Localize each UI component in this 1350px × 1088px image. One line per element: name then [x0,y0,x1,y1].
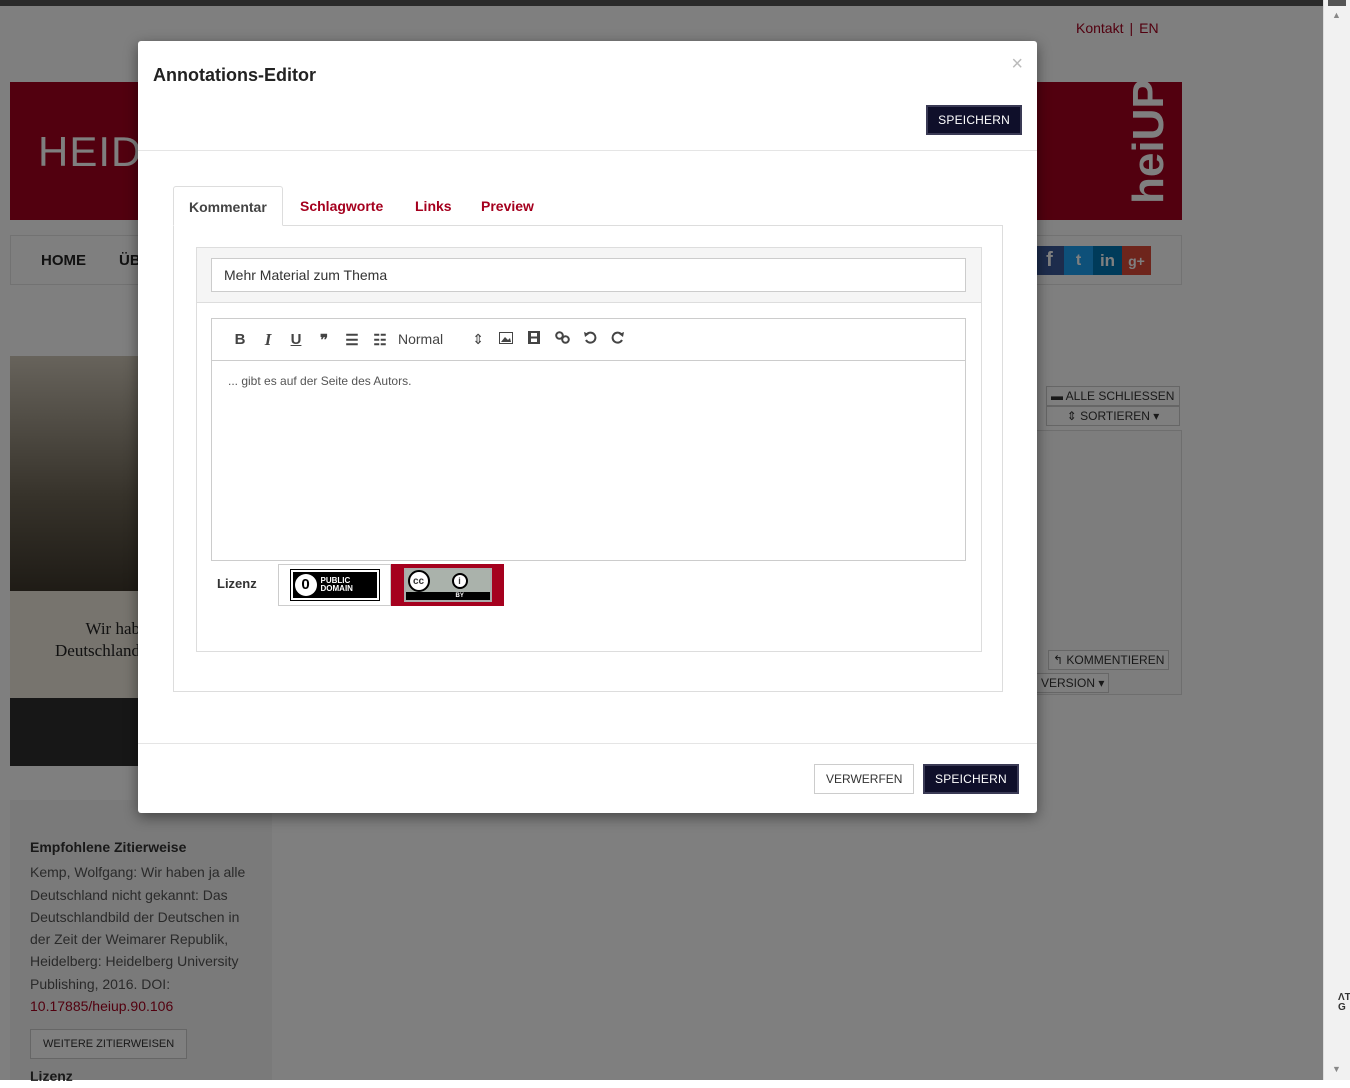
editor-tabs: Kommentar Schlagworte Links Preview Mehr… [173,186,1003,692]
tab-pane-kommentar: Mehr Material zum Thema B I U ❞ ☰ ☷ Norm… [173,225,1003,692]
license-public-domain-option[interactable]: 0 PUBLIC DOMAIN [278,564,391,606]
link-icon[interactable] [548,331,576,348]
tab-links[interactable]: Links [415,186,452,226]
scroll-down-icon[interactable]: ▼ [1332,1064,1341,1074]
cc-by-badge: cc i BY [403,568,492,602]
close-icon[interactable]: × [1011,53,1023,76]
underline-button[interactable]: U [282,331,310,348]
italic-button[interactable]: I [254,330,282,350]
license-cc-by-option[interactable]: cc i BY [391,564,504,606]
tab-preview[interactable]: Preview [481,186,534,226]
blockquote-icon[interactable]: ❞ [310,331,338,349]
discard-button[interactable]: VERWERFEN [814,764,915,794]
attribution-icon: i [451,573,468,589]
modal-title: Annotations-Editor [153,65,316,85]
license-label: Lizenz [217,576,257,591]
select-arrow-icon: ⇕ [472,331,484,347]
tab-schlagworte[interactable]: Schlagworte [300,186,383,226]
scroll-up-icon[interactable]: ▲ [1332,10,1341,20]
image-icon[interactable] [492,331,520,348]
bullet-list-icon[interactable]: ☰ [338,331,366,349]
editor-toolbar: B I U ❞ ☰ ☷ Normal ⇕ [212,319,965,361]
public-domain-badge: 0 PUBLIC DOMAIN [289,569,380,601]
save-button-bottom[interactable]: SPEICHERN [923,764,1019,794]
rich-text-editor: B I U ❞ ☰ ☷ Normal ⇕ ... gibt es auf der… [211,318,966,561]
comment-title-input[interactable]: Mehr Material zum Thema [211,258,966,292]
undo-icon[interactable] [576,331,604,348]
cc-icon: cc [407,570,430,592]
edge-text: ɅT G [1338,992,1350,1013]
annotation-editor-modal: Annotations-Editor × SPEICHERN Kommentar… [138,41,1037,813]
format-select[interactable]: Normal ⇕ [394,331,492,348]
editor-content[interactable]: ... gibt es auf der Seite des Autors. [228,374,411,388]
video-icon[interactable] [520,331,548,348]
modal-header: Annotations-Editor × SPEICHERN [138,41,1037,151]
page-scrollbar[interactable]: ▲ ▼ [1323,0,1350,1080]
save-button-top[interactable]: SPEICHERN [926,105,1022,135]
comment-form: Mehr Material zum Thema B I U ❞ ☰ ☷ Norm… [196,247,982,652]
modal-footer: VERWERFEN SPEICHERN [138,743,1037,813]
ordered-list-icon[interactable]: ☷ [366,331,394,349]
redo-icon[interactable] [604,331,632,348]
tab-kommentar[interactable]: Kommentar [173,186,283,226]
bold-button[interactable]: B [226,331,254,348]
